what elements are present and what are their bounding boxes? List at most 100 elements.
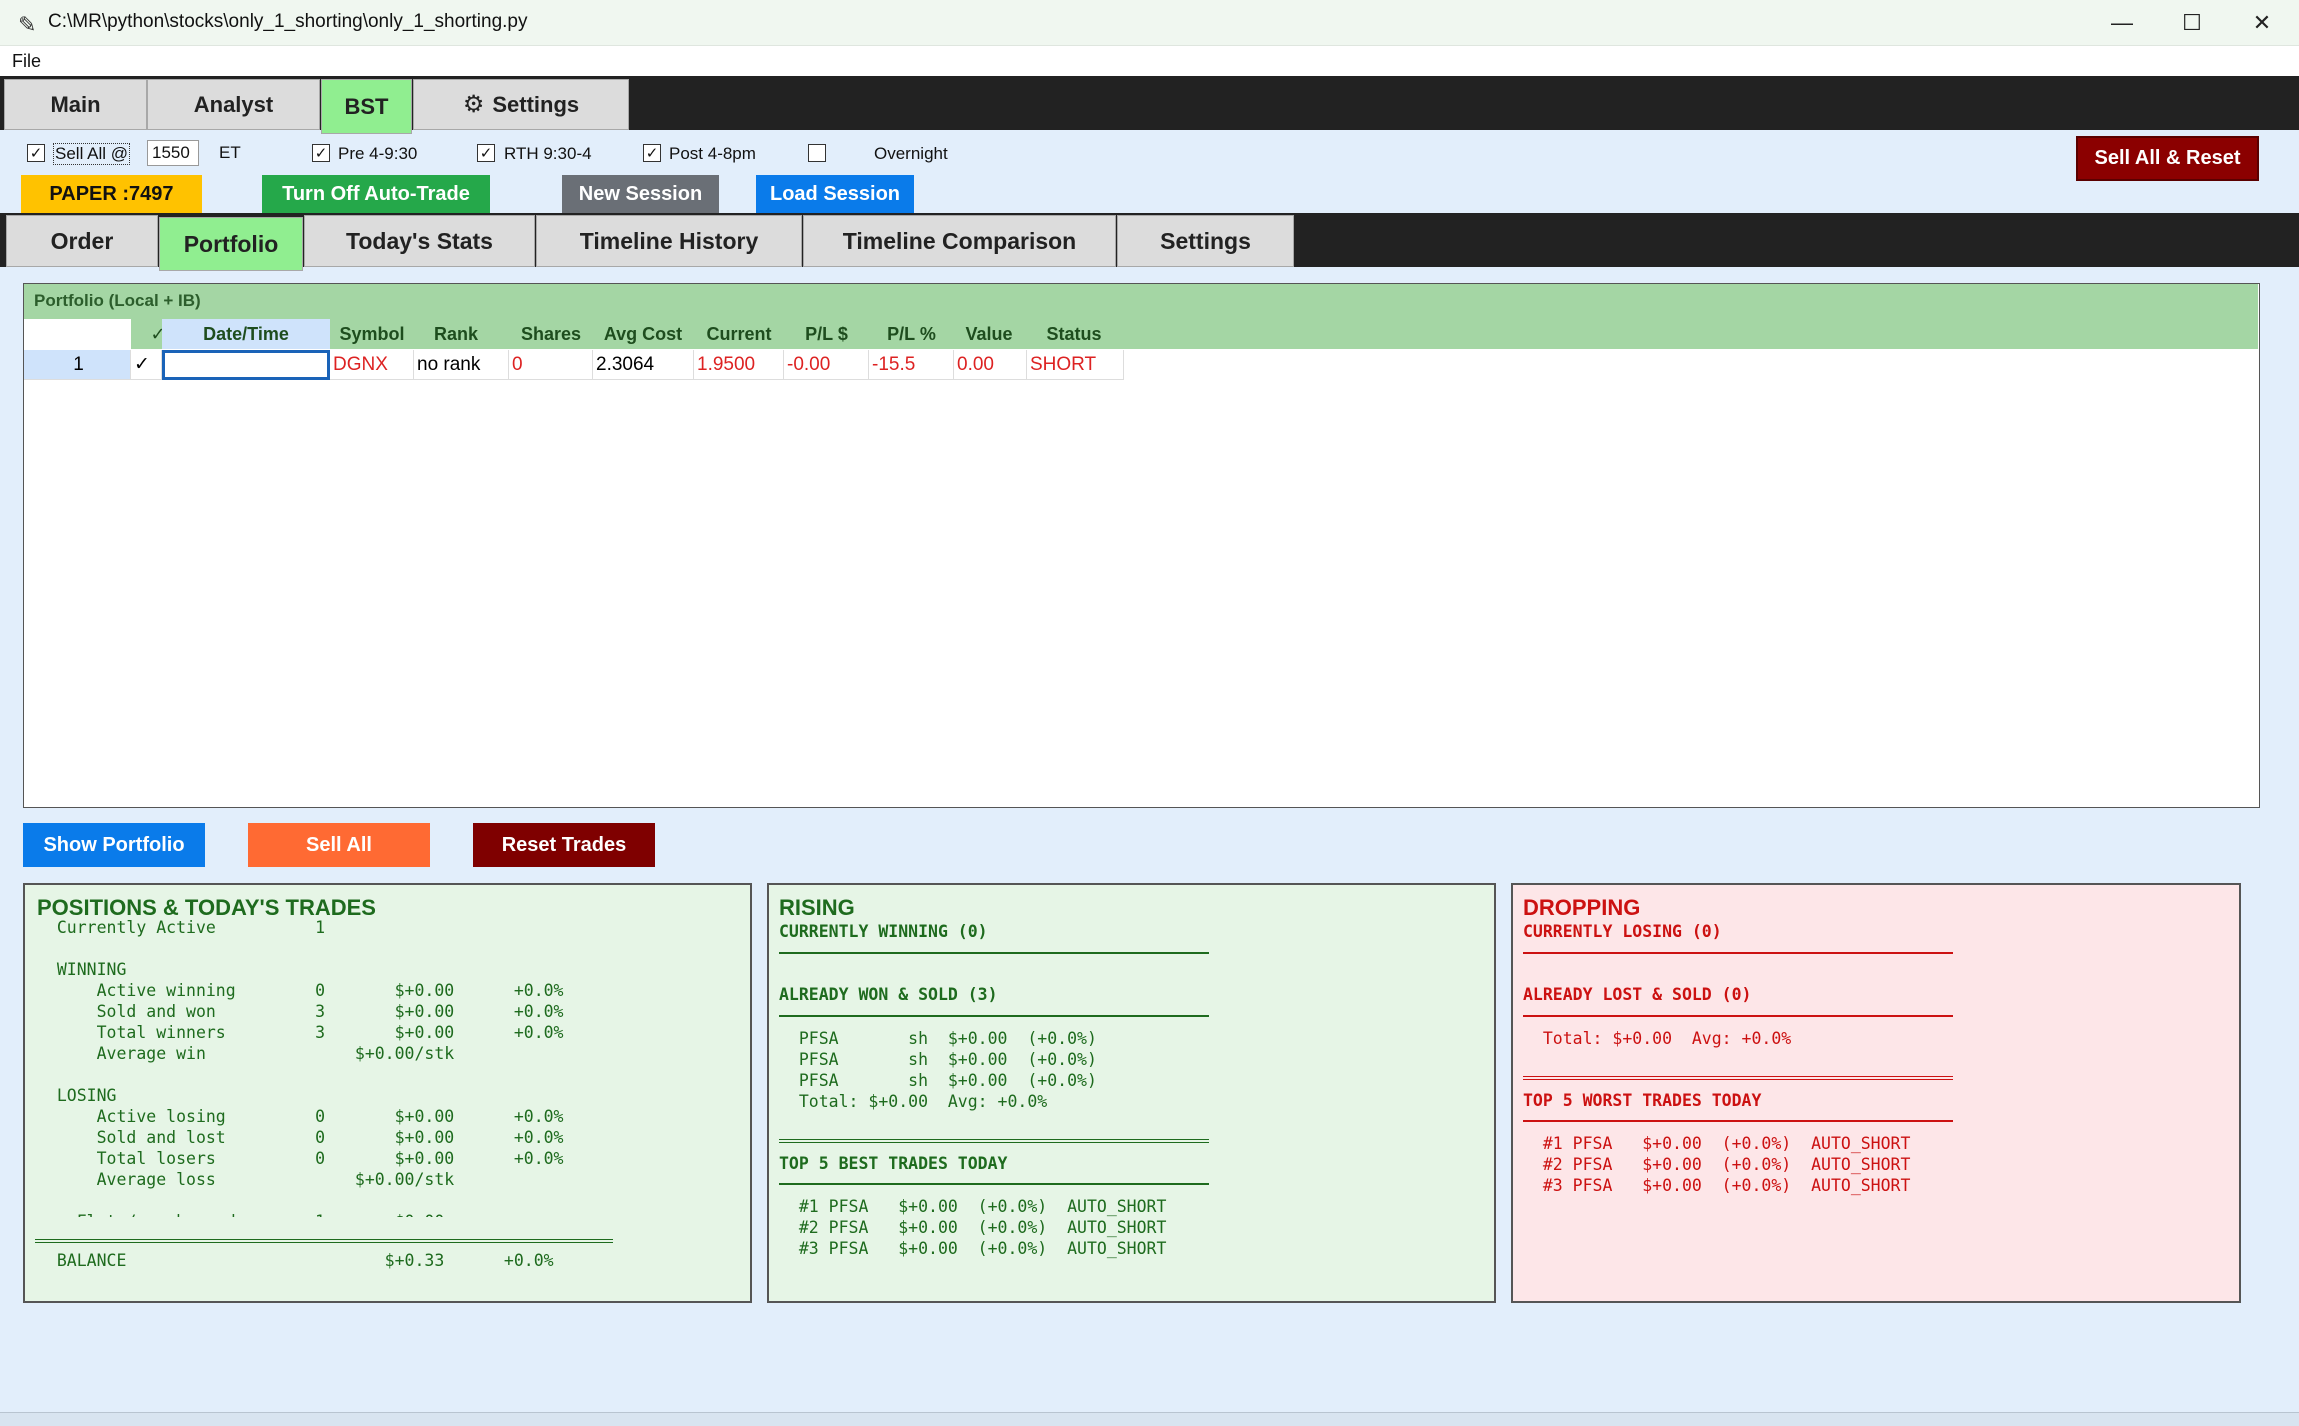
- paper-account-badge[interactable]: PAPER :7497: [21, 175, 202, 214]
- title-bar: ✎ C:\MR\python\stocks\only_1_shorting\on…: [0, 0, 2299, 46]
- tab-timeline-history[interactable]: Timeline History: [536, 215, 802, 267]
- positions-line: Flat / unchanged 1 $0.00: [37, 1211, 564, 1217]
- rising-separator-1: [779, 952, 1209, 954]
- top5-best-list: #1 PFSA $+0.00 (+0.0%) AUTO_SHORT #2 PFS…: [779, 1196, 1167, 1259]
- col-avg-cost[interactable]: Avg Cost: [593, 319, 693, 349]
- dropping-separator-2: [1523, 1015, 1953, 1017]
- col-rank[interactable]: Rank: [414, 319, 498, 349]
- currently-winning: CURRENTLY WINNING (0): [779, 922, 988, 941]
- currently-losing: CURRENTLY LOSING (0): [1523, 922, 1722, 941]
- col-value[interactable]: Value: [954, 319, 1024, 349]
- portfolio-header: Portfolio (Local + IB) ✓ Date/Time Symbo…: [24, 284, 2258, 349]
- positions-line: Sold and won 3 $+0.00 +0.0%: [37, 1002, 564, 1021]
- col-current[interactable]: Current: [694, 319, 784, 349]
- status-strip: [0, 1412, 2299, 1426]
- rising-separator-3: [779, 1139, 1209, 1143]
- portfolio-frame: Portfolio (Local + IB) ✓ Date/Time Symbo…: [23, 283, 2260, 808]
- top5-best-title: TOP 5 BEST TRADES TODAY: [779, 1154, 1008, 1173]
- row-symbol[interactable]: DGNX: [330, 350, 414, 380]
- positions-line: [37, 938, 564, 959]
- maximize-button[interactable]: ☐: [2157, 0, 2227, 46]
- col-shares[interactable]: Shares: [509, 319, 593, 349]
- already-lost-sold: ALREADY LOST & SOLD (0): [1523, 985, 1752, 1004]
- best-trade-line: #1 PFSA $+0.00 (+0.0%) AUTO_SHORT: [779, 1197, 1167, 1216]
- minimize-button[interactable]: —: [2087, 0, 2157, 46]
- post-market-label: Post 4-8pm: [669, 144, 756, 163]
- sub-tab-bar: Order Portfolio Today's Stats Timeline H…: [0, 213, 2299, 271]
- won-sold-line: PFSA sh $+0.00 (+0.0%): [779, 1071, 1097, 1090]
- rth-checkbox[interactable]: ✓: [477, 144, 495, 162]
- already-won-sold: ALREADY WON & SOLD (3): [779, 985, 998, 1004]
- tab-bst[interactable]: BST: [321, 79, 412, 134]
- positions-line: Total winners 3 $+0.00 +0.0%: [37, 1023, 564, 1042]
- row-check[interactable]: ✓: [131, 350, 162, 380]
- col-datetime[interactable]: Date/Time: [162, 319, 330, 349]
- dropping-separator-1: [1523, 952, 1953, 954]
- dropping-separator-4: [1523, 1120, 1953, 1122]
- tab-analyst[interactable]: Analyst: [147, 79, 320, 130]
- tab-main[interactable]: Main: [4, 79, 147, 130]
- col-status[interactable]: Status: [1024, 319, 1124, 349]
- sell-all-checkbox[interactable]: ✓: [27, 144, 45, 162]
- close-button[interactable]: ✕: [2227, 0, 2297, 46]
- row-value: 0.00: [954, 350, 1027, 380]
- menu-file[interactable]: File: [12, 51, 41, 72]
- col-symbol[interactable]: Symbol: [330, 319, 414, 349]
- tab-timeline-comparison[interactable]: Timeline Comparison: [803, 215, 1116, 267]
- tab-sub-settings[interactable]: Settings: [1117, 215, 1294, 267]
- worst-trade-line: #3 PFSA $+0.00 (+0.0%) AUTO_SHORT: [1523, 1176, 1911, 1195]
- row-status: SHORT: [1027, 350, 1124, 380]
- gear-icon: ⚙: [462, 91, 485, 118]
- positions-line: Active losing 0 $+0.00 +0.0%: [37, 1107, 564, 1126]
- positions-line: Currently Active 1: [37, 918, 326, 937]
- top5-worst-title: TOP 5 WORST TRADES TODAY: [1523, 1091, 1762, 1110]
- sell-all-reset-button[interactable]: Sell All & Reset: [2076, 136, 2259, 181]
- positions-line: LOSING: [37, 1086, 117, 1105]
- dropping-title: DROPPING: [1523, 895, 1641, 920]
- lost-total-line: Total: $+0.00 Avg: +0.0%: [1523, 1029, 1792, 1048]
- col-pl-dollar[interactable]: P/L $: [784, 319, 869, 349]
- won-sold-list: PFSA sh $+0.00 (+0.0%) PFSA sh $+0.00 (+…: [779, 1028, 1097, 1112]
- positions-line: WINNING: [37, 960, 127, 979]
- rising-panel: RISING CURRENTLY WINNING (0) ALREADY WON…: [767, 883, 1496, 1303]
- tab-settings[interactable]: ⚙ Settings: [413, 79, 629, 130]
- col-pl-pct[interactable]: P/L %: [869, 319, 954, 349]
- dropping-panel: DROPPING CURRENTLY LOSING (0) ALREADY LO…: [1511, 883, 2241, 1303]
- overnight-checkbox[interactable]: [808, 144, 826, 162]
- show-portfolio-button[interactable]: Show Portfolio: [23, 823, 205, 867]
- worst-trade-line: #2 PFSA $+0.00 (+0.0%) AUTO_SHORT: [1523, 1155, 1911, 1174]
- post-market-checkbox[interactable]: ✓: [643, 144, 661, 162]
- row-shares: 0: [509, 350, 593, 380]
- load-session-button[interactable]: Load Session: [756, 175, 914, 214]
- positions-line: Total losers 0 $+0.00 +0.0%: [37, 1149, 564, 1168]
- sell-time-input[interactable]: 1550: [147, 140, 199, 166]
- tab-order[interactable]: Order: [6, 215, 158, 267]
- top5-worst-list: #1 PFSA $+0.00 (+0.0%) AUTO_SHORT #2 PFS…: [1523, 1133, 1911, 1196]
- row-pl-pct: -15.5: [869, 350, 954, 380]
- rising-separator-2: [779, 1015, 1209, 1017]
- tab-portfolio[interactable]: Portfolio: [159, 217, 303, 271]
- tab-todays-stats[interactable]: Today's Stats: [304, 215, 535, 267]
- rising-separator-4: [779, 1183, 1209, 1185]
- best-trade-line: #2 PFSA $+0.00 (+0.0%) AUTO_SHORT: [779, 1218, 1167, 1237]
- pre-market-checkbox[interactable]: ✓: [312, 144, 330, 162]
- new-session-button[interactable]: New Session: [562, 175, 719, 214]
- row-avg-cost: 2.3064: [593, 350, 694, 380]
- sell-all-button[interactable]: Sell All: [248, 823, 430, 867]
- app-feather-icon: ✎: [18, 12, 37, 37]
- reset-trades-button[interactable]: Reset Trades: [473, 823, 655, 867]
- pre-market-label: Pre 4-9:30: [338, 144, 418, 163]
- positions-line: Active winning 0 $+0.00 +0.0%: [37, 981, 564, 1000]
- portfolio-title: Portfolio (Local + IB): [34, 291, 201, 310]
- row-index: 1: [24, 350, 131, 380]
- tab-settings-label: Settings: [492, 91, 580, 117]
- balance-separator: [35, 1239, 613, 1243]
- sell-all-label: Sell All @: [53, 143, 131, 165]
- rising-title: RISING: [779, 895, 855, 920]
- row-datetime-cell[interactable]: [162, 350, 330, 380]
- positions-line: [37, 1190, 564, 1211]
- positions-line: Average win $+0.00/stk: [37, 1044, 455, 1063]
- auto-trade-toggle-button[interactable]: Turn Off Auto-Trade: [262, 175, 490, 214]
- menu-bar: File: [0, 46, 2299, 76]
- dropping-separator-3: [1523, 1076, 1953, 1080]
